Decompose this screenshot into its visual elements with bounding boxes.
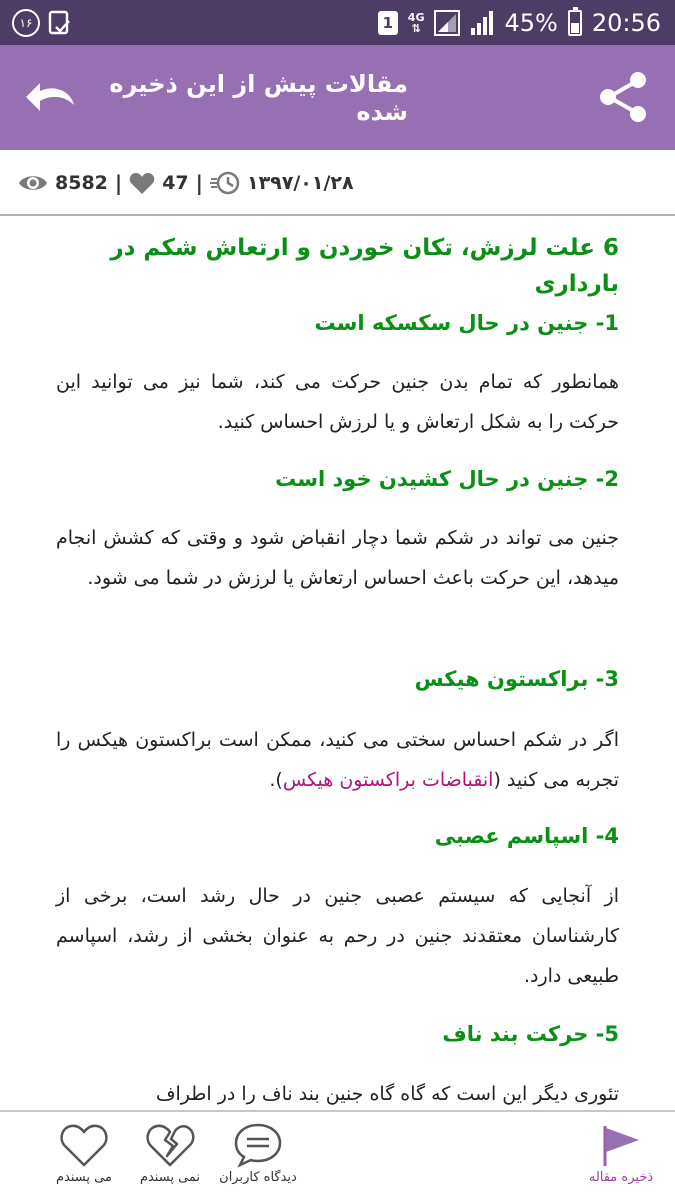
section-body: اگر در شکم احساس سختی می کنید، ممکن است … bbox=[56, 729, 619, 791]
article-content[interactable]: 6 علت لرزش، تکان خوردن و ارتعاش شکم در ب… bbox=[0, 216, 675, 1110]
bottom-nav: ذخیره مقاله دیدگاه کاربران نمی پسندم می … bbox=[0, 1110, 675, 1200]
braxton-hicks-link[interactable]: انقباضات براکستون هیکس bbox=[283, 769, 494, 791]
save-article-label: ذخیره مقاله bbox=[588, 1170, 654, 1185]
section-body: همانطور که تمام بدن جنین حرکت می کند، شم… bbox=[56, 371, 619, 433]
battery-icon bbox=[567, 6, 582, 36]
battery-percent: 45% bbox=[504, 8, 558, 37]
back-button[interactable] bbox=[24, 77, 80, 117]
clock-icon bbox=[209, 171, 240, 195]
cell-signal-icon bbox=[471, 10, 494, 35]
article-meta: 8582 | 47 | ۱۳۹۷/۰۱/۲۸ bbox=[0, 150, 675, 216]
comments-label: دیدگاه کاربران bbox=[219, 1170, 297, 1185]
app-toolbar: مقالات پیش از این ذخیره شده bbox=[0, 45, 675, 150]
view-count: 8582 bbox=[55, 172, 108, 194]
separator: | bbox=[195, 171, 203, 195]
like-button[interactable]: می پسندم bbox=[46, 1112, 122, 1200]
clock: 20:56 bbox=[591, 8, 661, 37]
eye-icon bbox=[19, 176, 47, 190]
notification-count-badge: ۱۶ bbox=[12, 0, 40, 45]
heart-icon bbox=[129, 173, 155, 194]
share-icon bbox=[600, 72, 646, 122]
status-right: 1 4G ⇅ 45% 20:56 bbox=[377, 0, 661, 45]
section-heading: 5- حرکت بند ناف bbox=[442, 1022, 619, 1046]
toolbar-title: مقالات پیش از این ذخیره شده bbox=[109, 69, 408, 126]
comment-bubble-icon bbox=[234, 1123, 282, 1168]
dislike-button[interactable]: نمی پسندم bbox=[130, 1112, 210, 1200]
share-button[interactable] bbox=[597, 71, 649, 123]
section-body: از آنجایی که سیستم عصبی جنین در حال رشد … bbox=[56, 885, 619, 987]
notification-count: ۱۶ bbox=[12, 8, 40, 37]
section-heading: 4- اسپاسم عصبی bbox=[434, 824, 619, 848]
dislike-label: نمی پسندم bbox=[139, 1170, 201, 1185]
separator: | bbox=[114, 171, 123, 195]
heart-outline-icon bbox=[60, 1124, 108, 1167]
flag-icon bbox=[603, 1126, 639, 1166]
back-arrow-icon bbox=[26, 83, 74, 111]
comments-button[interactable]: دیدگاه کاربران bbox=[210, 1112, 306, 1200]
notification-check-icon bbox=[48, 0, 72, 45]
section-heading: 2- جنین در حال کشیدن خود است bbox=[275, 467, 619, 491]
section-heading: 3- براکستون هیکس bbox=[414, 667, 619, 691]
signal-strength-icon bbox=[434, 9, 461, 36]
status-bar: ۱۶ 1 4G ⇅ 45% 20:56 bbox=[0, 0, 675, 45]
article-title: 6 علت لرزش، تکان خوردن و ارتعاش شکم در ب… bbox=[110, 235, 619, 297]
network-type-indicator: 4G ⇅ bbox=[407, 10, 425, 35]
section-heading: 1- جنین در حال سکسکه است bbox=[314, 311, 619, 335]
like-count: 47 bbox=[162, 172, 189, 194]
data-arrows-icon: ⇅ bbox=[411, 21, 421, 35]
publish-date: ۱۳۹۷/۰۱/۲۸ bbox=[246, 172, 354, 194]
like-label: می پسندم bbox=[56, 1170, 112, 1185]
save-article-button[interactable]: ذخیره مقاله bbox=[578, 1112, 664, 1200]
broken-heart-icon bbox=[146, 1124, 195, 1167]
section-body: تئوری دیگر این است که گاه گاه جنین بند ن… bbox=[155, 1083, 619, 1105]
sim-slot-badge: 1 bbox=[377, 10, 398, 35]
section-body: جنین می تواند در شکم شما دچار انقباض شود… bbox=[56, 527, 619, 589]
